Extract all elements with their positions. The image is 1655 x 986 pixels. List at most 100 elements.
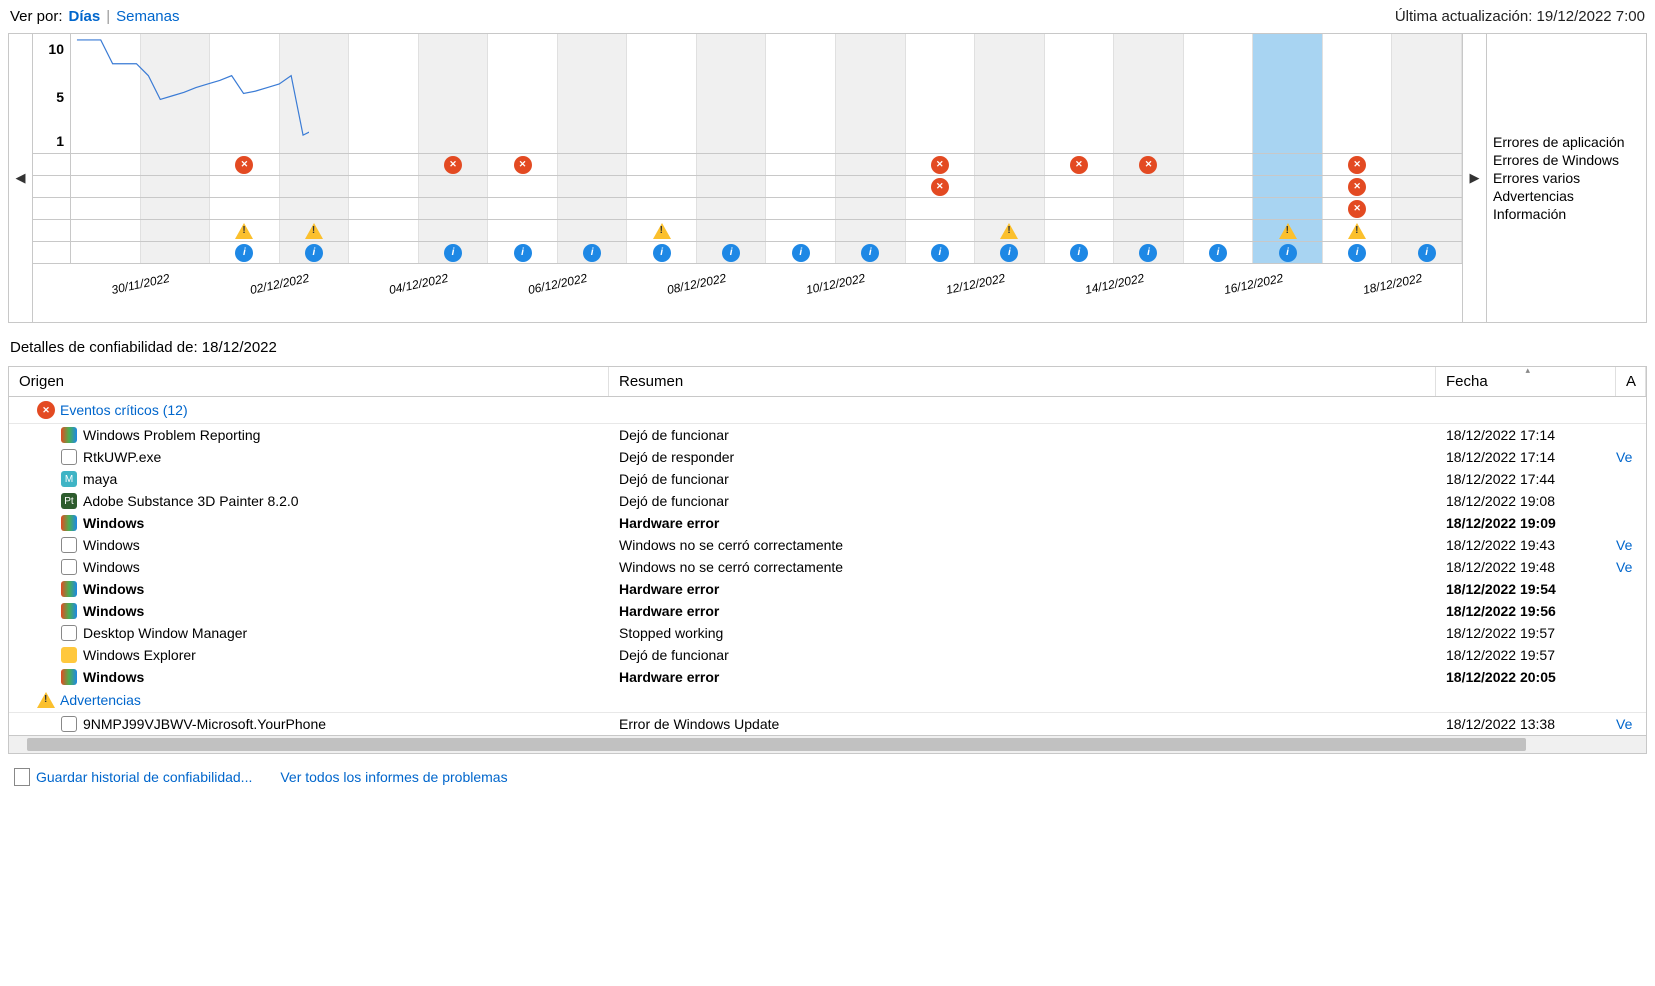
chart-cell[interactable]: [1392, 176, 1462, 197]
chart-column[interactable]: [1253, 34, 1323, 153]
chart-cell[interactable]: [627, 176, 697, 197]
table-row[interactable]: WindowsHardware error18/12/2022 19:56: [9, 600, 1646, 622]
chart-column[interactable]: [906, 34, 976, 153]
horizontal-scrollbar[interactable]: [8, 736, 1647, 754]
chart-cell[interactable]: i: [210, 242, 280, 263]
chart-cell[interactable]: ✕: [906, 176, 976, 197]
chart-cell[interactable]: [1184, 176, 1254, 197]
chart-cell[interactable]: i: [766, 242, 836, 263]
chart-cell[interactable]: [627, 154, 697, 175]
chart-cell[interactable]: [210, 198, 280, 219]
scroll-left-button[interactable]: ◀: [9, 34, 33, 322]
table-row[interactable]: PtAdobe Substance 3D Painter 8.2.0Dejó d…: [9, 490, 1646, 512]
chart-column[interactable]: [1184, 34, 1254, 153]
chart-cell[interactable]: [766, 198, 836, 219]
chart-cell[interactable]: [1114, 176, 1184, 197]
chart-cell[interactable]: [1045, 176, 1115, 197]
view-weeks-link[interactable]: Semanas: [116, 8, 179, 25]
table-row[interactable]: WindowsWindows no se cerró correctamente…: [9, 556, 1646, 578]
chart-cell[interactable]: [1323, 220, 1393, 241]
chart-column[interactable]: [1114, 34, 1184, 153]
chart-cell[interactable]: [697, 154, 767, 175]
table-row[interactable]: WindowsWindows no se cerró correctamente…: [9, 534, 1646, 556]
chart-cell[interactable]: ✕: [488, 154, 558, 175]
chart-cell[interactable]: [1184, 220, 1254, 241]
chart-cell[interactable]: ✕: [906, 154, 976, 175]
chart-cell[interactable]: [1045, 220, 1115, 241]
chart-cell[interactable]: [1114, 198, 1184, 219]
chart-cell[interactable]: [280, 176, 350, 197]
action-link[interactable]: Ve: [1616, 449, 1646, 465]
chart-cell[interactable]: ✕: [1323, 176, 1393, 197]
chart-cell[interactable]: [280, 154, 350, 175]
chart-cell[interactable]: i: [1323, 242, 1393, 263]
table-row[interactable]: Windows Problem ReportingDejó de funcion…: [9, 424, 1646, 446]
chart-cell[interactable]: [766, 176, 836, 197]
chart-cell[interactable]: i: [1045, 242, 1115, 263]
chart-cell[interactable]: [141, 154, 211, 175]
chart-cell[interactable]: [280, 198, 350, 219]
chart-cell[interactable]: [210, 220, 280, 241]
chart-cell[interactable]: ✕: [1114, 154, 1184, 175]
chart-column[interactable]: [419, 34, 489, 153]
chart-cell[interactable]: [836, 220, 906, 241]
chart-column[interactable]: [1045, 34, 1115, 153]
chart-cell[interactable]: [71, 242, 141, 263]
save-history-link[interactable]: Guardar historial de confiabilidad...: [36, 769, 252, 785]
chart-cell[interactable]: [558, 220, 628, 241]
column-header-origin[interactable]: Origen: [9, 367, 609, 396]
chart-cell[interactable]: [349, 242, 419, 263]
chart-cell[interactable]: [1253, 198, 1323, 219]
table-row[interactable]: RtkUWP.exeDejó de responder18/12/2022 17…: [9, 446, 1646, 468]
chart-cell[interactable]: [71, 154, 141, 175]
chart-cell[interactable]: [280, 220, 350, 241]
chart-cell[interactable]: ✕: [1045, 154, 1115, 175]
action-link[interactable]: Ve: [1616, 716, 1646, 732]
chart-column[interactable]: [280, 34, 350, 153]
view-days-link[interactable]: Días: [69, 8, 101, 25]
view-all-reports-link[interactable]: Ver todos los informes de problemas: [280, 769, 507, 785]
chart-cell[interactable]: [488, 176, 558, 197]
chart-cell[interactable]: [766, 220, 836, 241]
chart-cell[interactable]: ✕: [1323, 198, 1393, 219]
chart-cell[interactable]: i: [488, 242, 558, 263]
chart-cell[interactable]: [558, 154, 628, 175]
chart-cell[interactable]: [141, 176, 211, 197]
table-row[interactable]: 9NMPJ99VJBWV-Microsoft.YourPhoneError de…: [9, 713, 1646, 735]
table-row[interactable]: MmayaDejó de funcionar18/12/2022 17:44: [9, 468, 1646, 490]
chart-column[interactable]: [488, 34, 558, 153]
chart-cell[interactable]: [558, 198, 628, 219]
chart-cell[interactable]: [1184, 154, 1254, 175]
chart-column[interactable]: [766, 34, 836, 153]
chart-cell[interactable]: ✕: [1323, 154, 1393, 175]
chart-cell[interactable]: [1114, 220, 1184, 241]
table-row[interactable]: WindowsHardware error18/12/2022 20:05: [9, 666, 1646, 688]
action-link[interactable]: Ve: [1616, 537, 1646, 553]
chart-cell[interactable]: [349, 176, 419, 197]
chart-cell[interactable]: [1253, 154, 1323, 175]
group-header[interactable]: Advertencias: [9, 688, 1646, 713]
chart-cell[interactable]: [71, 220, 141, 241]
chart-cell[interactable]: [627, 220, 697, 241]
chart-column[interactable]: [627, 34, 697, 153]
chart-cell[interactable]: [906, 220, 976, 241]
chart-cell[interactable]: i: [627, 242, 697, 263]
chart-cell[interactable]: i: [906, 242, 976, 263]
chart-cell[interactable]: [1392, 198, 1462, 219]
chart-column[interactable]: [1392, 34, 1462, 153]
chart-column[interactable]: [975, 34, 1045, 153]
table-row[interactable]: WindowsHardware error18/12/2022 19:54: [9, 578, 1646, 600]
chart-cell[interactable]: [71, 198, 141, 219]
chart-cell[interactable]: [766, 154, 836, 175]
column-header-date[interactable]: Fecha: [1436, 367, 1616, 396]
chart-cell[interactable]: i: [1184, 242, 1254, 263]
chart-cell[interactable]: [419, 198, 489, 219]
chart-cell[interactable]: [1392, 154, 1462, 175]
chart-cell[interactable]: [836, 176, 906, 197]
scroll-right-button[interactable]: ▶: [1462, 34, 1486, 322]
chart-column[interactable]: [1323, 34, 1393, 153]
chart-column[interactable]: [836, 34, 906, 153]
chart-cell[interactable]: [975, 198, 1045, 219]
chart-cell[interactable]: ✕: [419, 154, 489, 175]
chart-cell[interactable]: ✕: [210, 154, 280, 175]
